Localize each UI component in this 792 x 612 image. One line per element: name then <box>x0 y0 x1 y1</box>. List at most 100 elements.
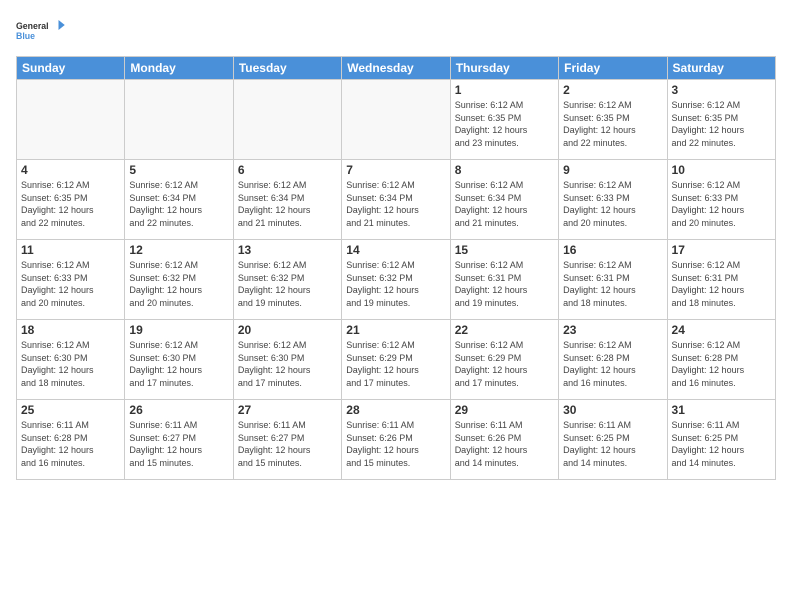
day-number: 13 <box>238 243 337 257</box>
day-info: Sunrise: 6:12 AM Sunset: 6:34 PM Dayligh… <box>346 179 445 229</box>
day-number: 22 <box>455 323 554 337</box>
day-number: 29 <box>455 403 554 417</box>
day-number: 3 <box>672 83 771 97</box>
calendar-day-header: Saturday <box>667 57 775 80</box>
day-number: 16 <box>563 243 662 257</box>
day-number: 9 <box>563 163 662 177</box>
page-header: General Blue <box>16 12 776 48</box>
day-info: Sunrise: 6:12 AM Sunset: 6:33 PM Dayligh… <box>672 179 771 229</box>
calendar-day-header: Wednesday <box>342 57 450 80</box>
calendar-day-cell: 6Sunrise: 6:12 AM Sunset: 6:34 PM Daylig… <box>233 160 341 240</box>
calendar-day-cell: 10 Sunrise: 6:12 AM Sunset: 6:33 PM Dayli… <box>667 160 775 240</box>
day-info: Sunrise: 6:12 AM Sunset: 6:35 PM Dayligh… <box>563 99 662 149</box>
calendar-day-cell: 8 Sunrise: 6:12 AM Sunset: 6:34 PM Daylig… <box>450 160 558 240</box>
day-number: 27 <box>238 403 337 417</box>
calendar-day-cell: 4 Sunrise: 6:12 AM Sunset: 6:35 PM Daylig… <box>17 160 125 240</box>
calendar-week-row: 25 Sunrise: 6:11 AM Sunset: 6:28 PM Dayli… <box>17 400 776 480</box>
day-number: 1 <box>455 83 554 97</box>
calendar-day-cell <box>125 80 233 160</box>
calendar-day-header: Monday <box>125 57 233 80</box>
day-number: 17 <box>672 243 771 257</box>
calendar-day-cell: 26 Sunrise: 6:11 AM Sunset: 6:27 PM Dayli… <box>125 400 233 480</box>
day-number: 28 <box>346 403 445 417</box>
calendar-day-cell <box>233 80 341 160</box>
day-number: 14 <box>346 243 445 257</box>
calendar-day-cell: 5 Sunrise: 6:12 AM Sunset: 6:34 PM Daylig… <box>125 160 233 240</box>
day-info: Sunrise: 6:12 AM Sunset: 6:32 PM Dayligh… <box>129 259 228 309</box>
day-info: Sunrise: 6:11 AM Sunset: 6:26 PM Dayligh… <box>455 419 554 469</box>
day-number: 21 <box>346 323 445 337</box>
day-info: Sunrise: 6:12 AM Sunset: 6:30 PM Dayligh… <box>129 339 228 389</box>
calendar-day-cell: 9 Sunrise: 6:12 AM Sunset: 6:33 PM Daylig… <box>559 160 667 240</box>
calendar-week-row: 18 Sunrise: 6:12 AM Sunset: 6:30 PM Dayli… <box>17 320 776 400</box>
day-number: 30 <box>563 403 662 417</box>
day-number: 11 <box>21 243 120 257</box>
day-number: 20 <box>238 323 337 337</box>
day-number: 6 <box>238 163 337 177</box>
day-info: Sunrise: 6:12 AM Sunset: 6:33 PM Dayligh… <box>21 259 120 309</box>
day-info: Sunrise: 6:12 AM Sunset: 6:28 PM Dayligh… <box>672 339 771 389</box>
calendar-day-cell: 17 Sunrise: 6:12 AM Sunset: 6:31 PM Dayli… <box>667 240 775 320</box>
day-info: Sunrise: 6:11 AM Sunset: 6:25 PM Dayligh… <box>563 419 662 469</box>
calendar-day-header: Friday <box>559 57 667 80</box>
day-info: Sunrise: 6:11 AM Sunset: 6:26 PM Dayligh… <box>346 419 445 469</box>
day-info: Sunrise: 6:12 AM Sunset: 6:31 PM Dayligh… <box>672 259 771 309</box>
calendar-day-cell: 28 Sunrise: 6:11 AM Sunset: 6:26 PM Dayli… <box>342 400 450 480</box>
day-number: 25 <box>21 403 120 417</box>
calendar-week-row: 11 Sunrise: 6:12 AM Sunset: 6:33 PM Dayli… <box>17 240 776 320</box>
day-info: Sunrise: 6:12 AM Sunset: 6:35 PM Dayligh… <box>455 99 554 149</box>
calendar-day-cell: 20Sunrise: 6:12 AM Sunset: 6:30 PM Dayli… <box>233 320 341 400</box>
day-info: Sunrise: 6:12 AM Sunset: 6:35 PM Dayligh… <box>672 99 771 149</box>
day-number: 12 <box>129 243 228 257</box>
calendar-day-cell: 16Sunrise: 6:12 AM Sunset: 6:31 PM Dayli… <box>559 240 667 320</box>
calendar-week-row: 4 Sunrise: 6:12 AM Sunset: 6:35 PM Daylig… <box>17 160 776 240</box>
calendar-day-cell: 1 Sunrise: 6:12 AM Sunset: 6:35 PM Daylig… <box>450 80 558 160</box>
day-info: Sunrise: 6:12 AM Sunset: 6:32 PM Dayligh… <box>238 259 337 309</box>
calendar-day-cell: 22 Sunrise: 6:12 AM Sunset: 6:29 PM Dayli… <box>450 320 558 400</box>
day-info: Sunrise: 6:12 AM Sunset: 6:31 PM Dayligh… <box>455 259 554 309</box>
day-info: Sunrise: 6:12 AM Sunset: 6:32 PM Dayligh… <box>346 259 445 309</box>
calendar-day-cell <box>342 80 450 160</box>
day-number: 18 <box>21 323 120 337</box>
day-info: Sunrise: 6:12 AM Sunset: 6:33 PM Dayligh… <box>563 179 662 229</box>
day-number: 10 <box>672 163 771 177</box>
calendar-day-cell: 25 Sunrise: 6:11 AM Sunset: 6:28 PM Dayli… <box>17 400 125 480</box>
day-info: Sunrise: 6:11 AM Sunset: 6:25 PM Dayligh… <box>672 419 771 469</box>
calendar-day-cell: 30 Sunrise: 6:11 AM Sunset: 6:25 PM Dayli… <box>559 400 667 480</box>
day-info: Sunrise: 6:11 AM Sunset: 6:27 PM Dayligh… <box>238 419 337 469</box>
calendar-day-cell: 7 Sunrise: 6:12 AM Sunset: 6:34 PM Daylig… <box>342 160 450 240</box>
day-number: 15 <box>455 243 554 257</box>
day-info: Sunrise: 6:12 AM Sunset: 6:34 PM Dayligh… <box>129 179 228 229</box>
day-info: Sunrise: 6:12 AM Sunset: 6:30 PM Dayligh… <box>21 339 120 389</box>
calendar-day-cell: 27 Sunrise: 6:11 AM Sunset: 6:27 PM Dayli… <box>233 400 341 480</box>
svg-text:Blue: Blue <box>16 31 35 41</box>
calendar-day-cell: 12 Sunrise: 6:12 AM Sunset: 6:32 PM Dayli… <box>125 240 233 320</box>
day-number: 4 <box>21 163 120 177</box>
calendar-header-row: SundayMondayTuesdayWednesdayThursdayFrid… <box>17 57 776 80</box>
calendar-day-cell: 29 Sunrise: 6:11 AM Sunset: 6:26 PM Dayli… <box>450 400 558 480</box>
calendar-day-cell: 15 Sunrise: 6:12 AM Sunset: 6:31 PM Dayli… <box>450 240 558 320</box>
day-info: Sunrise: 6:11 AM Sunset: 6:28 PM Dayligh… <box>21 419 120 469</box>
svg-text:General: General <box>16 21 49 31</box>
calendar-day-cell: 13 Sunrise: 6:12 AM Sunset: 6:32 PM Dayli… <box>233 240 341 320</box>
day-number: 26 <box>129 403 228 417</box>
calendar-day-cell <box>17 80 125 160</box>
logo-svg: General Blue <box>16 12 66 48</box>
calendar-day-cell: 19 Sunrise: 6:12 AM Sunset: 6:30 PM Dayli… <box>125 320 233 400</box>
calendar-day-cell: 3 Sunrise: 6:12 AM Sunset: 6:35 PM Daylig… <box>667 80 775 160</box>
day-info: Sunrise: 6:11 AM Sunset: 6:27 PM Dayligh… <box>129 419 228 469</box>
day-number: 7 <box>346 163 445 177</box>
day-number: 8 <box>455 163 554 177</box>
day-number: 23 <box>563 323 662 337</box>
day-info: Sunrise: 6:12 AM Sunset: 6:29 PM Dayligh… <box>455 339 554 389</box>
day-number: 19 <box>129 323 228 337</box>
day-info: Sunrise: 6:12 AM Sunset: 6:34 PM Dayligh… <box>455 179 554 229</box>
calendar-table: SundayMondayTuesdayWednesdayThursdayFrid… <box>16 56 776 480</box>
day-info: Sunrise: 6:12 AM Sunset: 6:28 PM Dayligh… <box>563 339 662 389</box>
day-info: Sunrise: 6:12 AM Sunset: 6:35 PM Dayligh… <box>21 179 120 229</box>
calendar-day-cell: 18 Sunrise: 6:12 AM Sunset: 6:30 PM Dayli… <box>17 320 125 400</box>
day-number: 2 <box>563 83 662 97</box>
day-number: 5 <box>129 163 228 177</box>
day-info: Sunrise: 6:12 AM Sunset: 6:29 PM Dayligh… <box>346 339 445 389</box>
calendar-week-row: 1 Sunrise: 6:12 AM Sunset: 6:35 PM Daylig… <box>17 80 776 160</box>
